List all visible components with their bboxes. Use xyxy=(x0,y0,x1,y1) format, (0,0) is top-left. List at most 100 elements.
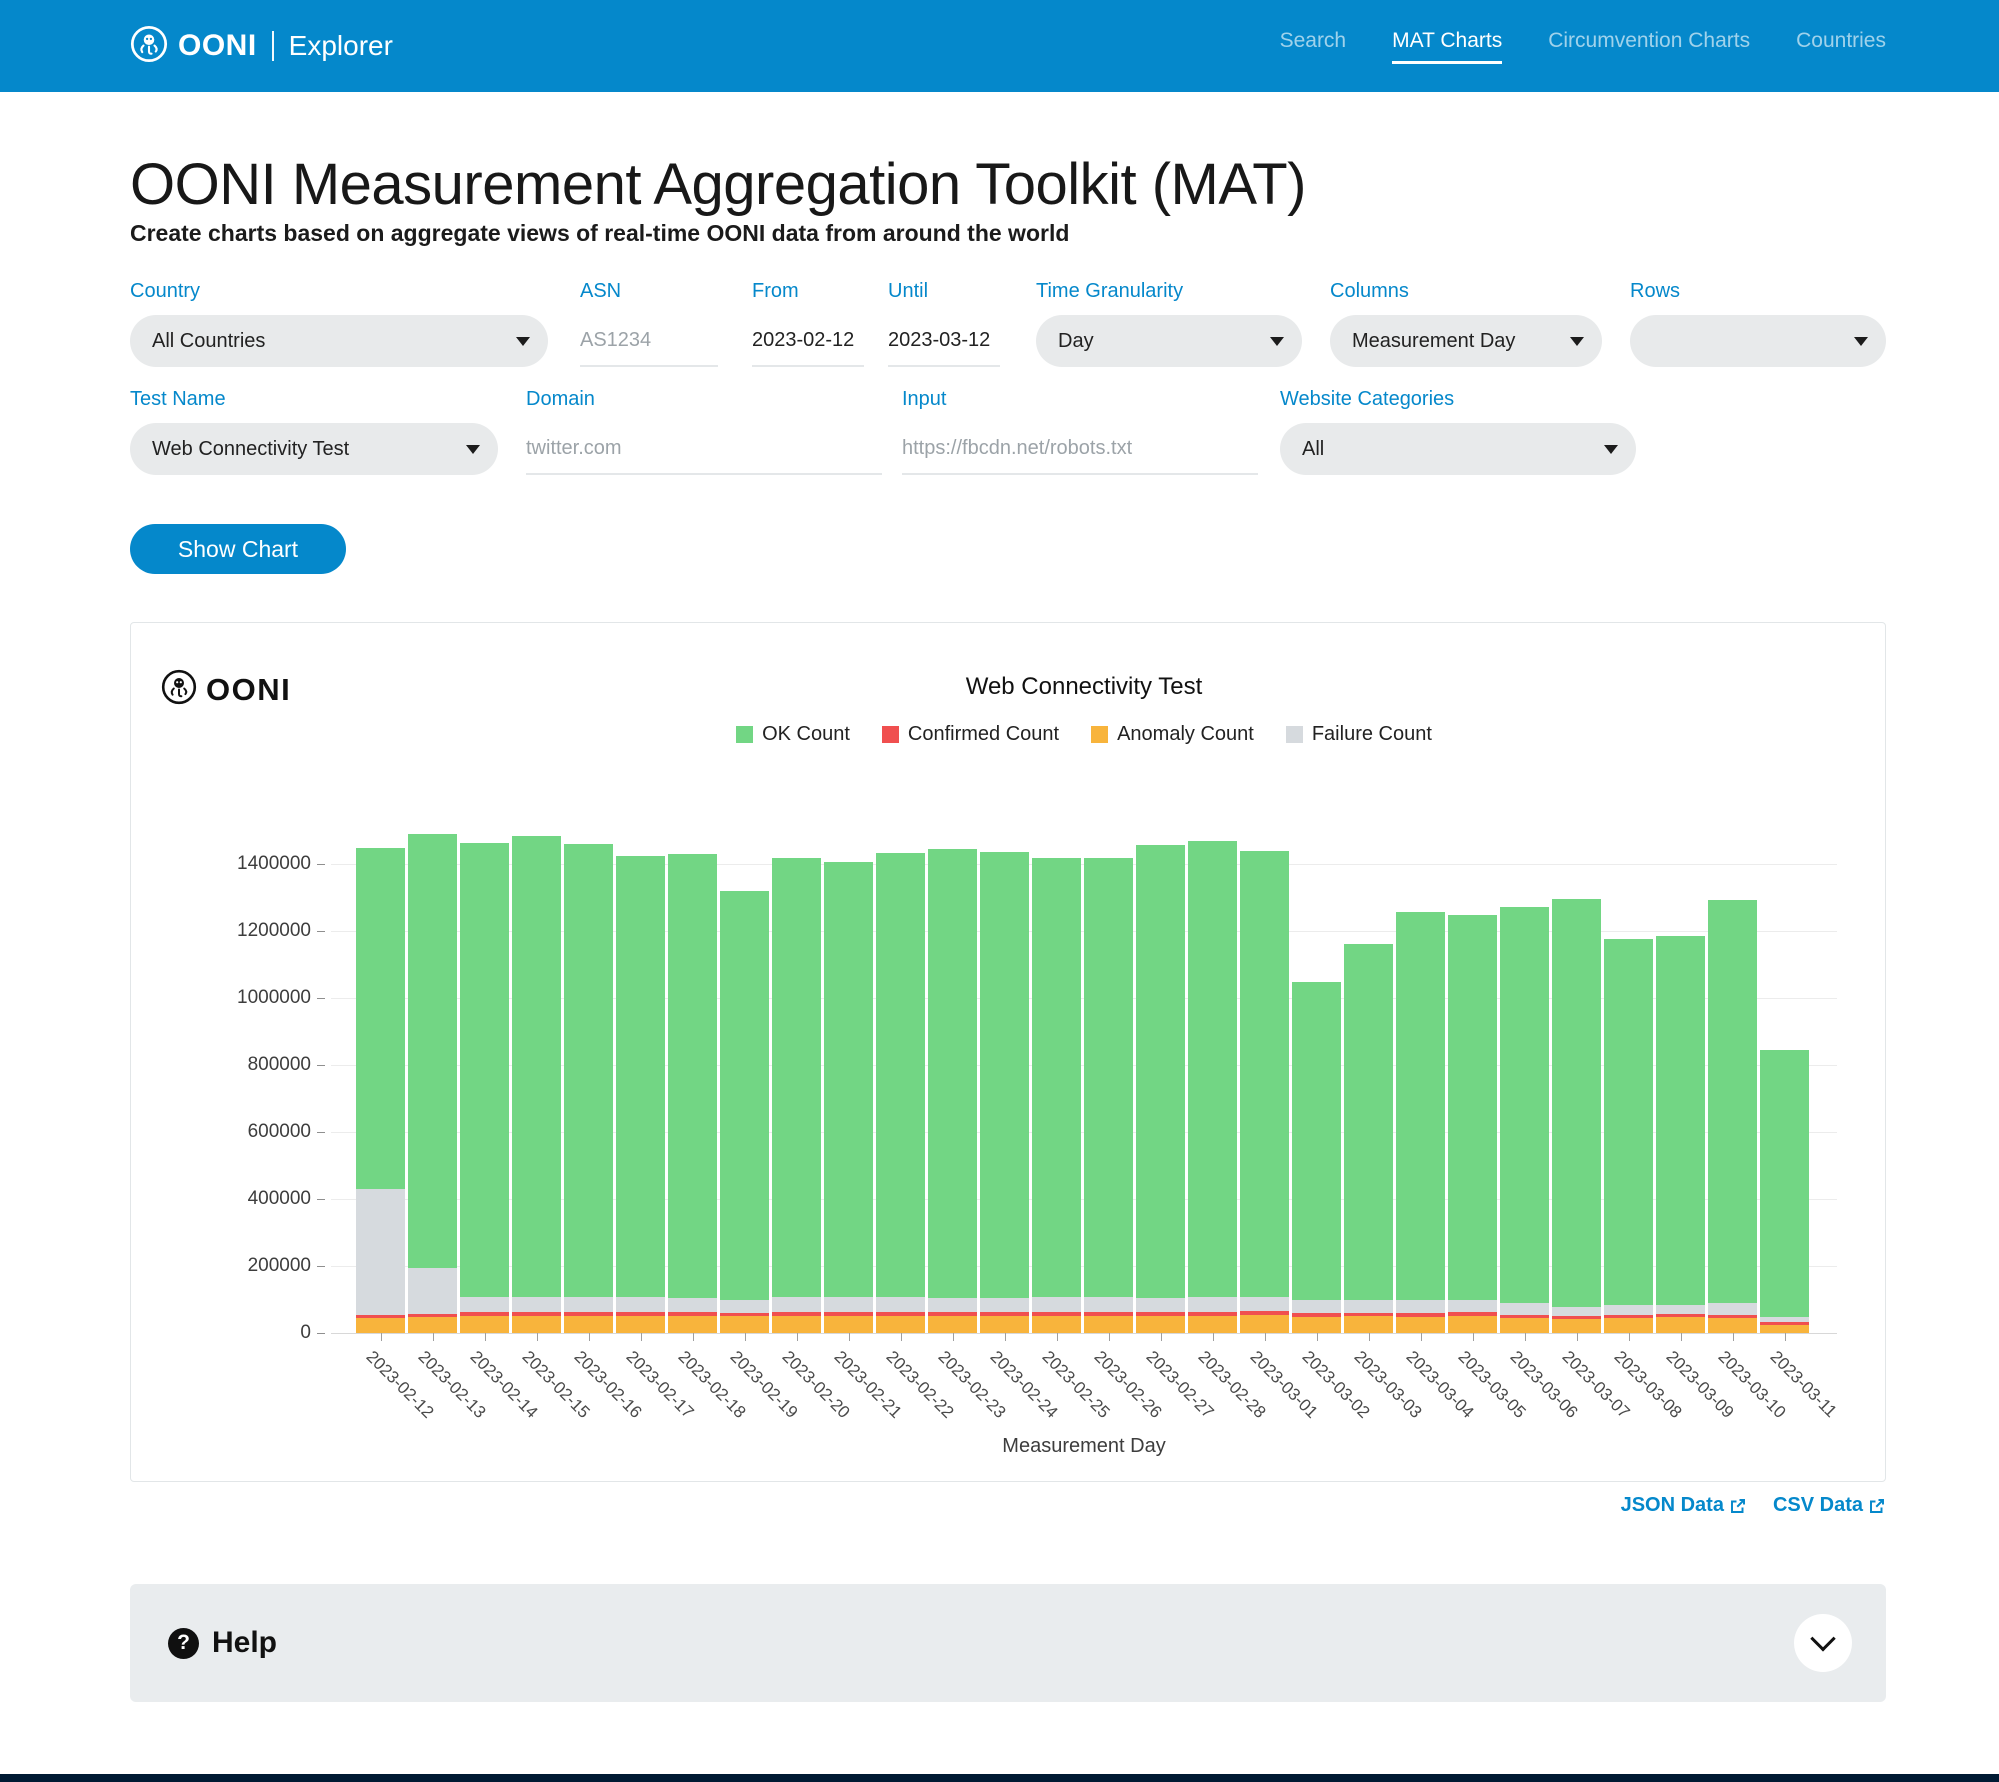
bar-2023-02-19[interactable] xyxy=(720,891,769,1333)
ytick-label: 200000 xyxy=(248,1255,311,1277)
bar-2023-03-05[interactable] xyxy=(1448,915,1497,1333)
time-granularity-field: Time Granularity Day xyxy=(1036,280,1302,367)
bar-segment xyxy=(408,1317,457,1333)
rows-select[interactable] xyxy=(1630,315,1886,367)
xtick-mark xyxy=(485,1333,486,1341)
help-expand-button[interactable] xyxy=(1794,1614,1852,1672)
bar-segment xyxy=(408,834,457,1268)
bar-2023-02-13[interactable] xyxy=(408,834,457,1333)
bar-segment xyxy=(1552,1319,1601,1333)
until-date-input[interactable] xyxy=(888,315,1000,367)
bar-2023-03-02[interactable] xyxy=(1292,982,1341,1333)
nav-item-countries[interactable]: Countries xyxy=(1796,29,1886,64)
ytick-label: 0 xyxy=(300,1322,311,1344)
bar-segment xyxy=(564,1297,613,1312)
bar-segment xyxy=(1240,1315,1289,1333)
bar-2023-03-03[interactable] xyxy=(1344,944,1393,1333)
bar-2023-03-10[interactable] xyxy=(1708,900,1757,1333)
bar-segment xyxy=(1188,1297,1237,1312)
legend-item: OK Count xyxy=(736,723,850,746)
bar-2023-03-04[interactable] xyxy=(1396,912,1445,1333)
xtick-mark xyxy=(1161,1333,1162,1341)
website-categories-select[interactable]: All xyxy=(1280,423,1636,475)
bar-2023-02-16[interactable] xyxy=(564,844,613,1333)
rows-label: Rows xyxy=(1630,280,1886,303)
bar-segment xyxy=(824,1297,873,1312)
xtick-mark xyxy=(1629,1333,1630,1341)
bar-2023-03-01[interactable] xyxy=(1240,851,1289,1333)
bar-segment xyxy=(616,856,665,1297)
bar-segment xyxy=(356,848,405,1189)
page-subtitle: Create charts based on aggregate views o… xyxy=(130,220,1069,247)
test-name-label: Test Name xyxy=(130,388,498,411)
legend-swatch-icon xyxy=(1091,726,1108,743)
bar-segment xyxy=(1032,1316,1081,1333)
domain-input[interactable] xyxy=(526,423,882,475)
bar-2023-02-12[interactable] xyxy=(356,848,405,1333)
json-data-label: JSON Data xyxy=(1621,1494,1724,1517)
test-name-field: Test Name Web Connectivity Test xyxy=(130,388,498,475)
ytick-label: 400000 xyxy=(248,1188,311,1210)
chevron-down-icon xyxy=(1570,337,1584,346)
from-field: From xyxy=(752,280,864,367)
bar-2023-02-23[interactable] xyxy=(928,849,977,1333)
columns-field: Columns Measurement Day xyxy=(1330,280,1602,367)
ytick-mark xyxy=(317,1065,325,1066)
ooni-explorer-logo[interactable]: OONI Explorer xyxy=(130,25,393,68)
columns-select[interactable]: Measurement Day xyxy=(1330,315,1602,367)
bar-2023-03-11[interactable] xyxy=(1760,1050,1809,1333)
xtick-mark xyxy=(1733,1333,1734,1341)
bar-2023-02-22[interactable] xyxy=(876,853,925,1333)
bar-segment xyxy=(1292,982,1341,1300)
test-name-select[interactable]: Web Connectivity Test xyxy=(130,423,498,475)
bar-segment xyxy=(1708,1303,1757,1315)
country-select[interactable]: All Countries xyxy=(130,315,548,367)
bar-2023-02-28[interactable] xyxy=(1188,841,1237,1333)
bar-segment xyxy=(980,852,1029,1298)
bar-segment xyxy=(824,1316,873,1333)
bar-2023-02-15[interactable] xyxy=(512,836,561,1333)
bar-segment xyxy=(928,1298,977,1312)
bar-2023-03-09[interactable] xyxy=(1656,936,1705,1333)
nav-item-circumvention-charts[interactable]: Circumvention Charts xyxy=(1548,29,1750,64)
from-date-input[interactable] xyxy=(752,315,864,367)
ooni-chart-logo: OONI xyxy=(161,669,291,710)
bar-2023-02-17[interactable] xyxy=(616,856,665,1333)
input-url-input[interactable] xyxy=(902,423,1258,475)
ooni-octopus-icon xyxy=(130,25,168,68)
bar-2023-02-18[interactable] xyxy=(668,854,717,1333)
xtick-mark xyxy=(745,1333,746,1341)
bar-segment xyxy=(1760,1050,1809,1317)
bar-segment xyxy=(1448,1316,1497,1333)
bar-2023-02-24[interactable] xyxy=(980,852,1029,1333)
bar-2023-02-27[interactable] xyxy=(1136,845,1185,1333)
xtick-mark xyxy=(381,1333,382,1341)
bar-segment xyxy=(564,1316,613,1333)
bar-2023-03-06[interactable] xyxy=(1500,907,1549,1333)
website-categories-label: Website Categories xyxy=(1280,388,1636,411)
bar-2023-02-21[interactable] xyxy=(824,862,873,1333)
bar-segment xyxy=(980,1298,1029,1312)
bar-2023-02-14[interactable] xyxy=(460,843,509,1333)
bar-2023-02-20[interactable] xyxy=(772,858,821,1333)
bar-2023-03-08[interactable] xyxy=(1604,939,1653,1333)
bar-2023-02-25[interactable] xyxy=(1032,858,1081,1333)
xaxis-title: Measurement Day xyxy=(331,1435,1837,1458)
asn-input[interactable] xyxy=(580,315,718,367)
bar-2023-02-26[interactable] xyxy=(1084,858,1133,1333)
rows-field: Rows xyxy=(1630,280,1886,367)
nav-item-search[interactable]: Search xyxy=(1280,29,1347,64)
json-data-link[interactable]: JSON Data xyxy=(1621,1494,1747,1517)
ytick-label: 1400000 xyxy=(237,853,311,875)
bar-segment xyxy=(1084,1316,1133,1333)
nav-item-mat-charts[interactable]: MAT Charts xyxy=(1392,29,1502,64)
ooni-octopus-icon xyxy=(161,669,197,710)
time-granularity-select[interactable]: Day xyxy=(1036,315,1302,367)
xtick-mark xyxy=(1057,1333,1058,1341)
csv-data-link[interactable]: CSV Data xyxy=(1773,1494,1886,1517)
bar-segment xyxy=(928,1316,977,1333)
external-link-icon xyxy=(1868,1497,1886,1515)
bar-2023-03-07[interactable] xyxy=(1552,899,1601,1333)
show-chart-button[interactable]: Show Chart xyxy=(130,524,346,574)
bar-segment xyxy=(1604,1318,1653,1333)
